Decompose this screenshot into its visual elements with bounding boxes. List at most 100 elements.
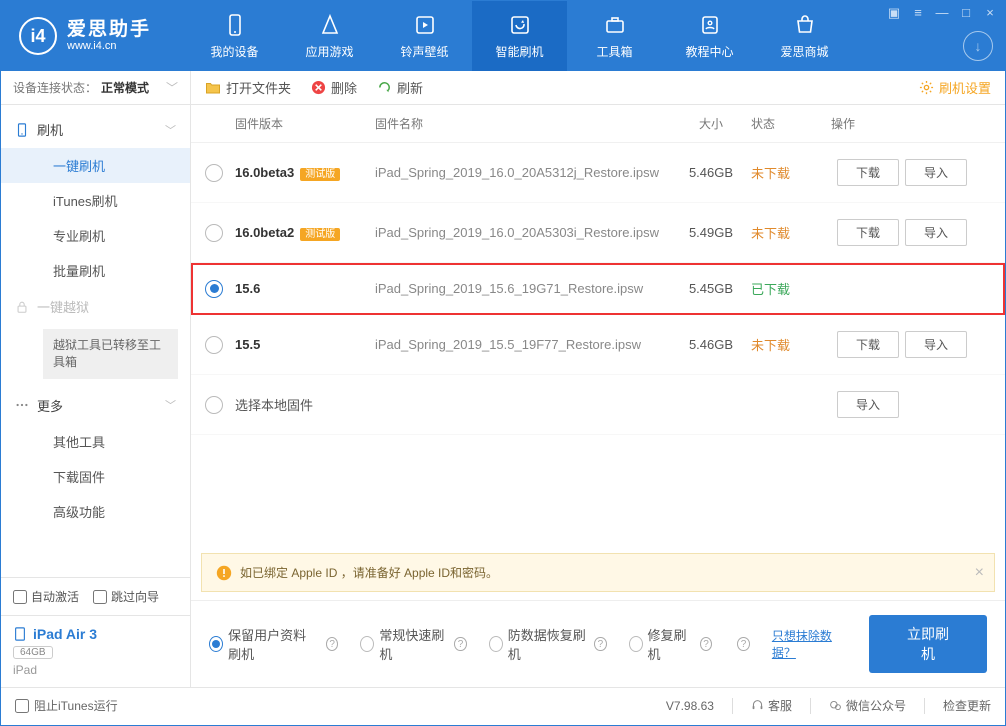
open-folder-button[interactable]: 打开文件夹: [205, 78, 291, 97]
import-button[interactable]: 导入: [905, 219, 967, 246]
help-icon[interactable]: ?: [454, 637, 466, 651]
firmware-row-3[interactable]: 15.5iPad_Spring_2019_15.5_19F77_Restore.…: [191, 315, 1005, 375]
flash-option-0[interactable]: 保留用户资料刷机?: [209, 625, 338, 663]
help-icon[interactable]: ?: [737, 637, 750, 651]
sidebar-item-flash-1[interactable]: iTunes刷机: [1, 183, 190, 218]
status-bar: 阻止iTunes运行 V7.98.63 客服 微信公众号 检查更新: [1, 687, 1005, 723]
window-controls: ▣ ≡ — □ ×: [885, 5, 999, 21]
beta-badge: 测试版: [300, 168, 340, 181]
connection-status[interactable]: 设备连接状态： 正常模式 ﹀: [1, 71, 190, 105]
download-manager-icon[interactable]: ↓: [963, 31, 993, 61]
app-name: 爱思助手: [67, 20, 151, 41]
lock-icon: [15, 300, 29, 314]
flash-icon: [15, 123, 29, 137]
flash-now-button[interactable]: 立即刷机: [869, 615, 987, 673]
firmware-row-1[interactable]: 16.0beta2测试版iPad_Spring_2019_16.0_20A530…: [191, 203, 1005, 263]
check-update-link[interactable]: 检查更新: [943, 697, 991, 714]
sidebar-item-flash-3[interactable]: 批量刷机: [1, 253, 190, 288]
app-version: V7.98.63: [666, 699, 714, 713]
firmware-row-0[interactable]: 16.0beta3测试版iPad_Spring_2019_16.0_20A531…: [191, 143, 1005, 203]
top-tab-5[interactable]: 教程中心: [662, 1, 757, 71]
menu-icon[interactable]: ≡: [909, 5, 927, 21]
delete-button[interactable]: 删除: [311, 78, 357, 97]
refresh-icon: [377, 80, 392, 95]
device-capacity: 64GB: [13, 646, 53, 659]
select-radio[interactable]: [205, 336, 223, 354]
import-button[interactable]: 导入: [837, 391, 899, 418]
select-radio[interactable]: [205, 280, 223, 298]
chevron-down-icon: ﹀: [166, 79, 178, 96]
skip-wizard-checkbox[interactable]: 跳过向导: [93, 588, 159, 605]
chevron-down-icon: ﹀: [165, 397, 176, 413]
sidebar-group-more[interactable]: 更多 ﹀: [1, 387, 190, 424]
flash-option-2[interactable]: 防数据恢复刷机?: [489, 625, 607, 663]
jailbreak-note: 越狱工具已转移至工具箱: [43, 329, 178, 379]
download-button[interactable]: 下载: [837, 159, 899, 186]
wechat-icon: [829, 699, 842, 712]
sidebar-item-more-2[interactable]: 高级功能: [1, 494, 190, 529]
flash-option-1[interactable]: 常规快速刷机?: [360, 625, 466, 663]
app-url: www.i4.cn: [67, 40, 151, 52]
import-button[interactable]: 导入: [905, 159, 967, 186]
customer-service-link[interactable]: 客服: [751, 697, 792, 714]
minimize-icon[interactable]: —: [933, 5, 951, 21]
top-tab-2[interactable]: 铃声壁纸: [377, 1, 472, 71]
sidebar-group-jailbreak: 一键越狱: [1, 288, 190, 325]
tablet-icon: [13, 627, 27, 641]
sidebar-options: 自动激活 跳过向导: [1, 577, 190, 615]
more-icon: [15, 398, 29, 412]
top-tabs: 我的设备应用游戏铃声壁纸智能刷机工具箱教程中心爱思商城: [187, 1, 852, 71]
top-tab-1[interactable]: 应用游戏: [282, 1, 377, 71]
download-button[interactable]: 下载: [837, 219, 899, 246]
sidebar-item-flash-2[interactable]: 专业刷机: [1, 218, 190, 253]
chevron-down-icon: ﹀: [165, 122, 176, 138]
help-icon[interactable]: ?: [700, 637, 712, 651]
radio-icon: [360, 636, 374, 652]
skin-icon[interactable]: ▣: [885, 5, 903, 21]
radio-icon: [629, 636, 643, 652]
auto-activate-checkbox[interactable]: 自动激活: [13, 588, 79, 605]
toolbar: 打开文件夹 删除 刷新 刷机设置: [191, 71, 1005, 105]
sidebar-item-flash-0[interactable]: 一键刷机: [1, 148, 190, 183]
sidebar-item-more-0[interactable]: 其他工具: [1, 424, 190, 459]
select-radio[interactable]: [205, 224, 223, 242]
close-icon[interactable]: ×: [981, 5, 999, 21]
col-name: 固件名称: [375, 115, 671, 132]
close-warning-icon[interactable]: ×: [975, 564, 984, 582]
select-radio[interactable]: [205, 164, 223, 182]
refresh-button[interactable]: 刷新: [377, 78, 423, 97]
maximize-icon[interactable]: □: [957, 5, 975, 21]
warning-bar: 如已绑定 Apple ID ，请准备好 Apple ID和密码。 ×: [201, 553, 995, 592]
gear-icon: [919, 80, 934, 95]
erase-data-link[interactable]: 只想抹除数据？: [772, 627, 847, 661]
flash-options: 保留用户资料刷机?常规快速刷机?防数据恢复刷机?修复刷机? ? 只想抹除数据？ …: [191, 600, 1005, 687]
sidebar-group-flash[interactable]: 刷机 ﹀: [1, 111, 190, 148]
sidebar: 设备连接状态： 正常模式 ﹀ 刷机 ﹀ 一键刷机iTunes刷机专业刷机批量刷机…: [1, 71, 191, 687]
folder-icon: [205, 80, 221, 96]
flash-option-3[interactable]: 修复刷机?: [629, 625, 713, 663]
firmware-row-2[interactable]: 15.6iPad_Spring_2019_15.6_19G71_Restore.…: [191, 263, 1005, 315]
top-tab-0[interactable]: 我的设备: [187, 1, 282, 71]
titlebar: i4 爱思助手 www.i4.cn 我的设备应用游戏铃声壁纸智能刷机工具箱教程中…: [1, 1, 1005, 71]
device-info[interactable]: iPad Air 3 64GB iPad: [1, 615, 190, 687]
app-logo: i4 爱思助手 www.i4.cn: [1, 17, 169, 55]
flash-settings-button[interactable]: 刷机设置: [919, 78, 991, 97]
firmware-table: 16.0beta3测试版iPad_Spring_2019_16.0_20A531…: [191, 143, 1005, 435]
select-radio[interactable]: [205, 396, 223, 414]
top-tab-3[interactable]: 智能刷机: [472, 1, 567, 71]
radio-icon: [489, 636, 503, 652]
local-firmware-row[interactable]: 选择本地固件导入: [191, 375, 1005, 435]
import-button[interactable]: 导入: [905, 331, 967, 358]
wechat-link[interactable]: 微信公众号: [829, 697, 906, 714]
sidebar-item-more-1[interactable]: 下载固件: [1, 459, 190, 494]
top-tab-4[interactable]: 工具箱: [567, 1, 662, 71]
help-icon[interactable]: ?: [326, 637, 338, 651]
block-itunes-checkbox[interactable]: 阻止iTunes运行: [15, 697, 118, 714]
help-icon[interactable]: ?: [594, 637, 606, 651]
delete-icon: [311, 80, 326, 95]
connection-mode: 正常模式: [101, 79, 149, 96]
device-type: iPad: [13, 663, 178, 677]
top-tab-6[interactable]: 爱思商城: [757, 1, 852, 71]
col-status: 状态: [751, 115, 831, 132]
download-button[interactable]: 下载: [837, 331, 899, 358]
